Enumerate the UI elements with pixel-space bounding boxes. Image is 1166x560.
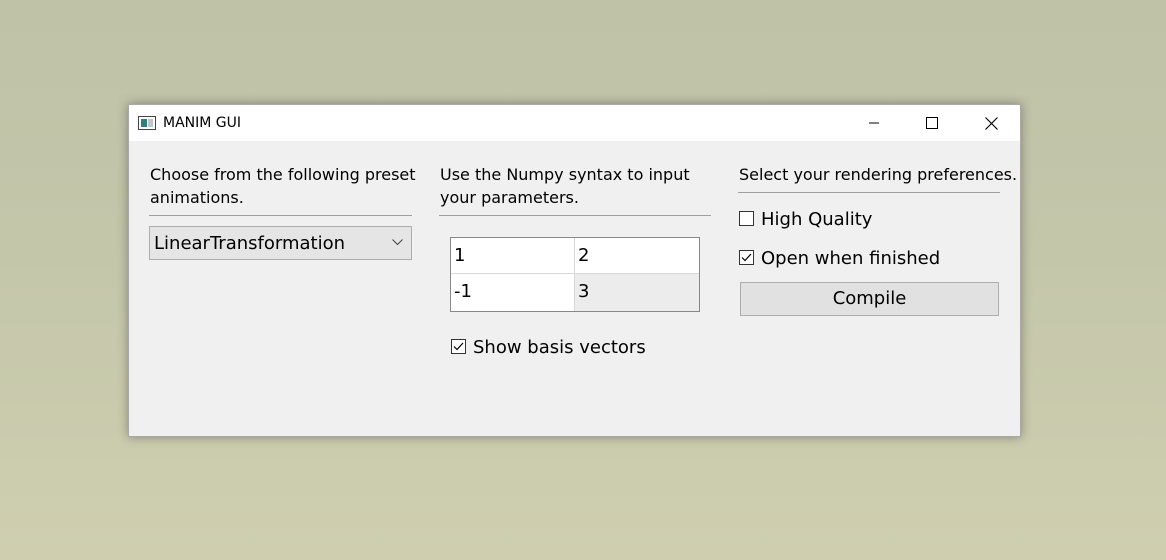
matrix-cell-0-1[interactable]: 2: [575, 238, 699, 274]
title-bar[interactable]: MANIM GUI: [129, 105, 1020, 141]
maximize-icon: [926, 117, 938, 129]
compile-button[interactable]: Compile: [740, 282, 999, 316]
show-basis-vectors-label[interactable]: Show basis vectors: [473, 337, 646, 358]
matrix-cell-1-1[interactable]: 3: [575, 274, 699, 311]
parameters-label-line1: Use the Numpy syntax to input: [440, 165, 690, 184]
parameter-matrix-table: 1 2 -1 3: [450, 237, 700, 312]
preset-selected-value: LinearTransformation: [154, 233, 345, 254]
open-when-finished-checkbox[interactable]: [739, 250, 754, 265]
preset-animation-dropdown[interactable]: LinearTransformation: [149, 226, 412, 260]
parameters-label: Use the Numpy syntax to input your param…: [440, 163, 690, 209]
close-icon: [984, 116, 998, 130]
minimize-button[interactable]: [845, 105, 903, 141]
maximize-button[interactable]: [903, 105, 961, 141]
window-title: MANIM GUI: [163, 115, 242, 131]
app-window: MANIM GUI Choose from the following pres…: [128, 104, 1021, 437]
parameters-label-line2: your parameters.: [440, 188, 579, 207]
presets-label: Choose from the following preset animati…: [150, 163, 416, 209]
checkmark-icon: [453, 342, 464, 351]
rendering-label: Select your rendering preferences.: [739, 165, 1018, 184]
open-when-finished-label[interactable]: Open when finished: [761, 248, 940, 269]
presets-label-line1: Choose from the following preset: [150, 165, 416, 184]
rendering-divider: [738, 192, 1000, 193]
minimize-icon: [869, 122, 879, 124]
show-basis-vectors-checkbox[interactable]: [451, 339, 466, 354]
chevron-down-icon: [392, 239, 403, 246]
high-quality-label[interactable]: High Quality: [761, 209, 872, 230]
close-button[interactable]: [962, 105, 1020, 141]
checkmark-icon: [741, 253, 752, 262]
matrix-cell-0-0[interactable]: 1: [451, 238, 575, 274]
parameters-divider: [439, 215, 711, 216]
matrix-cell-1-0[interactable]: -1: [451, 274, 575, 311]
presets-divider: [149, 215, 412, 216]
app-icon: [138, 116, 156, 130]
presets-label-line2: animations.: [150, 188, 244, 207]
high-quality-checkbox[interactable]: [739, 211, 754, 226]
